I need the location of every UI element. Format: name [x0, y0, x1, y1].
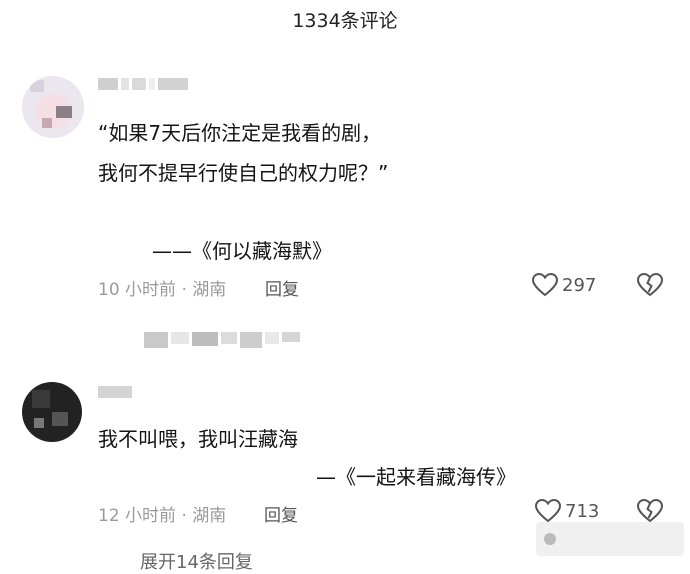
comment-attribution: —《一起来看藏海传》	[316, 465, 516, 489]
comment-text-line1: “如果7天后你注定是我看的剧，	[98, 121, 382, 145]
comment-text-line1: 我不叫喂，我叫汪藏海	[98, 427, 298, 451]
comment-count-title: 1334条评论	[292, 9, 398, 32]
comments-header: 1334条评论	[0, 0, 690, 38]
like-count: 297	[562, 274, 597, 296]
like-button[interactable]: 713	[535, 499, 599, 523]
broken-heart-icon[interactable]	[637, 499, 663, 523]
avatar[interactable]	[22, 382, 82, 442]
comment-attribution: ——《何以藏海默》	[152, 239, 332, 263]
reply-button[interactable]: 回复	[265, 275, 299, 300]
watermark	[536, 522, 684, 556]
username-blurred[interactable]	[98, 386, 132, 398]
comment-timestamp-location: 10 小时前 · 湖南	[98, 280, 227, 300]
avatar[interactable]	[22, 76, 84, 138]
broken-heart-icon[interactable]	[637, 273, 663, 297]
username-blurred[interactable]	[98, 78, 188, 90]
heart-icon	[532, 273, 558, 297]
reply-button[interactable]: 回复	[264, 501, 298, 526]
heart-icon	[535, 499, 561, 523]
comment-timestamp-location: 12 小时前 · 湖南	[98, 506, 227, 526]
blurred-reply-preview	[144, 332, 300, 348]
like-button[interactable]: 297	[532, 273, 596, 297]
like-count: 713	[565, 500, 600, 522]
expand-replies-link[interactable]: 展开14条回复	[140, 548, 253, 574]
comment-text-line2: 我何不提早行使自己的权力呢？”	[98, 161, 389, 185]
watermark-logo-icon	[544, 533, 556, 545]
